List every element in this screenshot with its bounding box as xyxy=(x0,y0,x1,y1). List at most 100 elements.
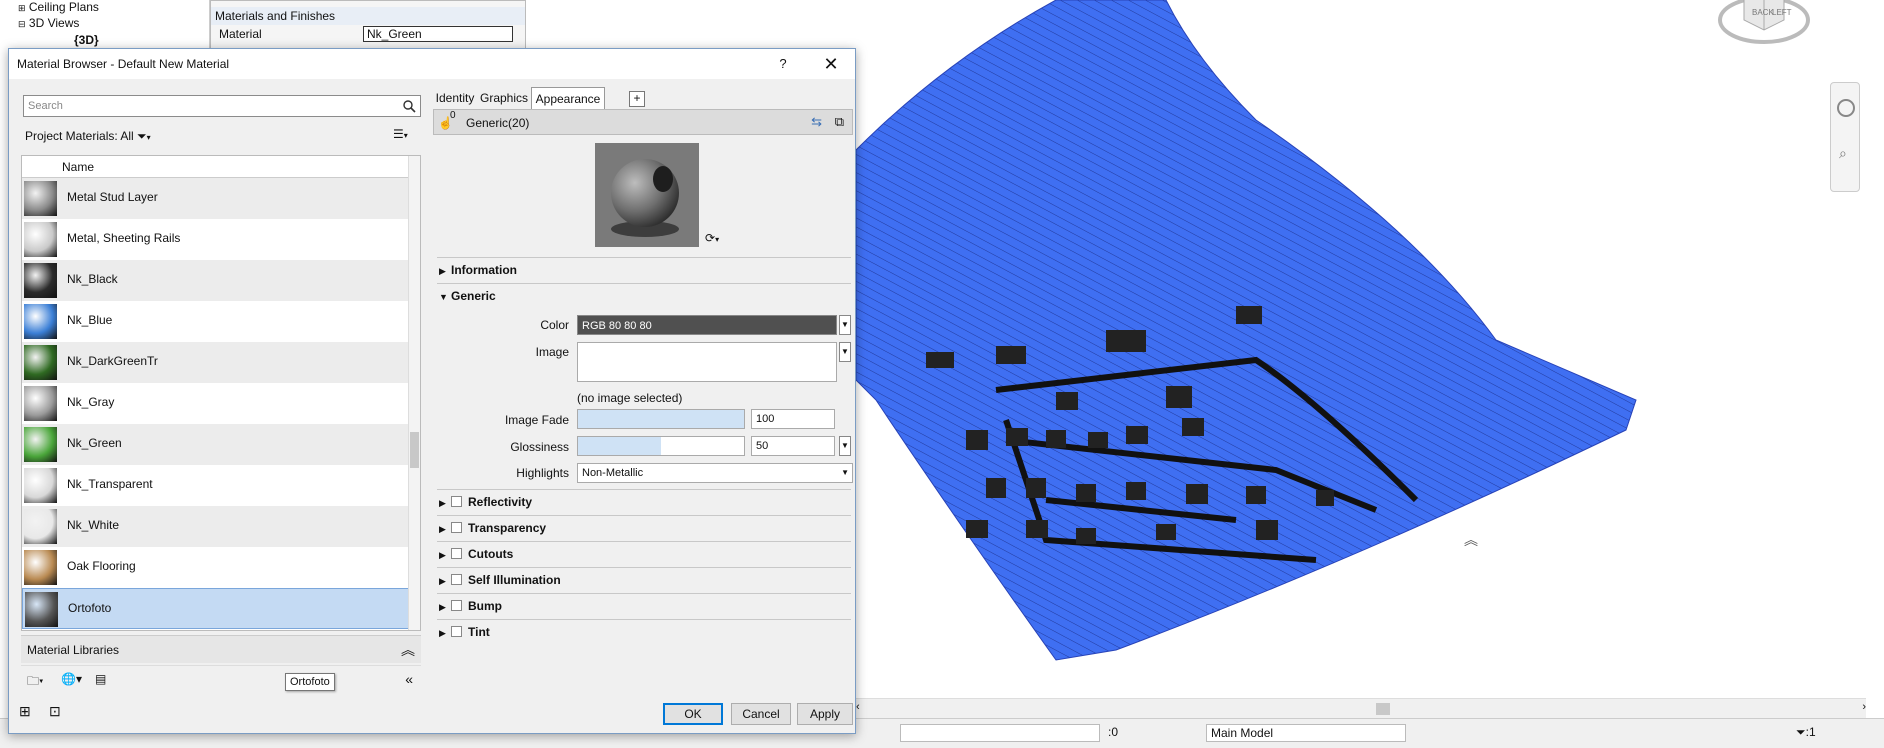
tree-item-3d-views[interactable]: ⊟ 3D Views xyxy=(18,16,79,30)
tint-checkbox[interactable] xyxy=(451,626,462,637)
tree-item-3d[interactable]: {3D} xyxy=(74,33,99,47)
section-reflectivity[interactable]: ▶ Reflectivity xyxy=(439,491,532,513)
list-item[interactable]: Nk_DarkGreenTr xyxy=(22,342,410,383)
viewport-hscrollbar[interactable]: ‹ › xyxy=(856,698,1866,718)
design-option-dropdown[interactable]: Main Model xyxy=(1206,724,1406,742)
section-transparency[interactable]: ▶ Transparency xyxy=(439,517,546,539)
material-swatch-icon xyxy=(25,592,58,627)
image-fade-slider[interactable] xyxy=(577,409,745,429)
list-item[interactable]: Metal, Sheeting Rails xyxy=(22,219,410,260)
material-name: Metal, Sheeting Rails xyxy=(67,231,181,245)
image-field[interactable] xyxy=(577,342,837,382)
dialog-button-bar: OK Cancel Apply xyxy=(9,697,855,733)
material-list-pane: Search Project Materials: All ⏷▾ ☰▾ Name… xyxy=(15,87,423,695)
material-list-scrollbar[interactable] xyxy=(408,156,420,630)
scroll-right-arrow-icon[interactable]: › xyxy=(1862,701,1866,713)
navigation-bar[interactable]: ⌕ xyxy=(1830,82,1860,192)
section-generic[interactable]: ▼ Generic xyxy=(439,285,496,307)
scroll-left-arrow-icon[interactable]: ‹ xyxy=(856,701,860,713)
cutouts-checkbox[interactable] xyxy=(451,548,462,559)
cancel-button[interactable]: Cancel xyxy=(731,703,791,725)
material-list[interactable]: Name Metal Stud Layer Metal, Sheeting Rai… xyxy=(21,155,421,631)
apply-button[interactable]: Apply xyxy=(797,703,853,725)
material-swatch-icon xyxy=(24,263,57,298)
search-input[interactable]: Search xyxy=(23,95,421,117)
list-header: Name xyxy=(22,156,410,178)
duplicate-asset-icon[interactable]: ⧉ xyxy=(835,114,844,130)
list-item[interactable]: Nk_Blue xyxy=(22,301,410,342)
chevron-down-icon[interactable]: ▾ xyxy=(147,133,151,142)
column-name-header[interactable]: Name xyxy=(62,160,94,174)
expand-up-icon[interactable]: ︽ xyxy=(1464,530,1478,550)
search-placeholder: Search xyxy=(28,100,63,112)
ok-button[interactable]: OK xyxy=(663,703,723,725)
funnel-icon[interactable]: ⏷ xyxy=(137,129,147,143)
tab-appearance[interactable]: Appearance xyxy=(531,87,605,109)
chevron-double-left-icon[interactable]: « xyxy=(405,671,413,687)
list-item[interactable]: Nk_White xyxy=(22,506,410,547)
section-divider xyxy=(437,567,851,568)
image-fade-fill xyxy=(578,410,744,428)
tab-graphics[interactable]: Graphics xyxy=(479,87,529,109)
workset-dropdown[interactable] xyxy=(900,724,1100,742)
glossiness-dropdown-arrow[interactable]: ▼ xyxy=(839,436,851,456)
add-tab-button[interactable]: + xyxy=(629,91,645,107)
library-panel-icon[interactable]: ▤ xyxy=(95,672,119,690)
section-information[interactable]: ▶ Information xyxy=(439,259,517,281)
self-illumination-checkbox[interactable] xyxy=(451,574,462,585)
zoom-region-icon[interactable]: ⌕ xyxy=(1839,145,1847,162)
color-field[interactable]: RGB 80 80 80 xyxy=(577,315,837,335)
3d-viewport[interactable]: BACK LEFT ⌕ ︽ xyxy=(856,0,1884,718)
material-swatch-icon xyxy=(24,509,57,544)
color-dropdown-arrow[interactable]: ▼ xyxy=(839,315,851,335)
view-cube[interactable]: BACK LEFT xyxy=(1716,0,1812,50)
list-item[interactable]: Oak Flooring xyxy=(22,547,410,588)
project-browser: ⊞ Ceiling Plans ⊟ 3D Views {3D} xyxy=(0,0,210,50)
expand-arrow-icon: ▶ xyxy=(439,550,446,560)
list-item[interactable]: Ortofoto xyxy=(22,588,410,629)
list-item[interactable]: Nk_Green xyxy=(22,424,410,465)
scroll-thumb[interactable] xyxy=(410,432,419,468)
help-button[interactable]: ? xyxy=(773,49,793,79)
tab-identity[interactable]: Identity xyxy=(433,87,477,109)
props-material-value[interactable]: Nk_Green xyxy=(363,26,513,42)
section-bump[interactable]: ▶ Bump xyxy=(439,595,502,617)
glossiness-slider[interactable] xyxy=(577,436,745,456)
filter-bar: Project Materials: All ⏷▾ ☰▾ xyxy=(15,123,423,151)
list-item[interactable]: Nk_Transparent xyxy=(22,465,410,506)
tree-item-ceiling-plans[interactable]: ⊞ Ceiling Plans xyxy=(18,0,99,14)
material-name: Nk_Transparent xyxy=(67,477,153,491)
transparency-checkbox[interactable] xyxy=(451,522,462,533)
reflectivity-checkbox[interactable] xyxy=(451,496,462,507)
list-item[interactable]: Metal Stud Layer xyxy=(22,178,410,219)
library-folder-icon[interactable]: 🗀▾ xyxy=(27,672,51,690)
bump-checkbox[interactable] xyxy=(451,600,462,611)
replace-asset-icon[interactable]: ⇆ xyxy=(811,114,822,130)
hscroll-thumb[interactable] xyxy=(1376,703,1390,715)
close-button[interactable]: ✕ xyxy=(819,49,843,79)
highlights-dropdown[interactable]: Non-Metallic ▼ xyxy=(577,463,853,483)
filter-icon[interactable]: ⏷ xyxy=(1796,725,1806,739)
material-name: Oak Flooring xyxy=(67,559,136,573)
preview-options-button[interactable]: ⟳▾ xyxy=(705,231,719,245)
view-options-button[interactable]: ☰▾ xyxy=(393,127,423,147)
props-section-header[interactable]: Materials and Finishes xyxy=(211,7,525,25)
section-self-illumination[interactable]: ▶ Self Illumination xyxy=(439,569,561,591)
project-materials-filter[interactable]: Project Materials: All ⏷▾ xyxy=(25,129,151,144)
chevron-double-up-icon[interactable]: ︽ xyxy=(401,640,415,660)
expand-arrow-icon: ▶ xyxy=(439,576,446,586)
material-swatch-icon xyxy=(24,468,57,503)
material-swatch-icon xyxy=(24,427,57,462)
glossiness-value[interactable]: 50 xyxy=(751,436,835,456)
list-item[interactable]: Nk_Gray xyxy=(22,383,410,424)
material-name: Nk_Gray xyxy=(67,395,115,409)
library-globe-icon[interactable]: 🌐▾ xyxy=(61,672,85,690)
section-cutouts[interactable]: ▶ Cutouts xyxy=(439,543,513,565)
section-tint[interactable]: ▶ Tint xyxy=(439,621,490,643)
image-fade-value[interactable]: 100 xyxy=(751,409,835,429)
steering-wheel-icon[interactable] xyxy=(1837,99,1855,117)
search-icon[interactable] xyxy=(402,99,416,113)
list-item[interactable]: Nk_Black xyxy=(22,260,410,301)
image-dropdown-arrow[interactable]: ▼ xyxy=(839,342,851,362)
material-name: Nk_Blue xyxy=(67,313,113,327)
